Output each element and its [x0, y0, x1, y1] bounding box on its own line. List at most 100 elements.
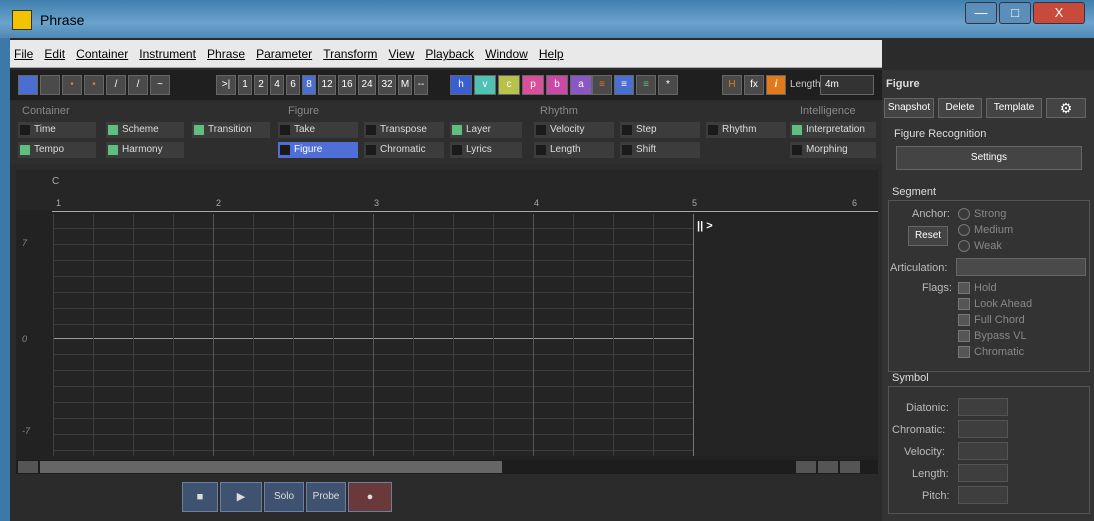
reset-button[interactable]: Reset [908, 226, 948, 246]
res-16[interactable]: 16 [338, 75, 356, 95]
maximize-icon[interactable]: □ [999, 2, 1031, 24]
dot-tool-icon[interactable]: • [84, 75, 104, 95]
flag-fullchord-checkbox[interactable] [958, 314, 970, 326]
flag-hold-checkbox[interactable] [958, 282, 970, 294]
menu-view[interactable]: View [389, 40, 415, 68]
jump-button[interactable]: >| [216, 75, 236, 95]
res-32[interactable]: 32 [378, 75, 396, 95]
point-tool-icon[interactable]: • [62, 75, 82, 95]
filter-b[interactable]: b [546, 75, 568, 95]
item-chromatic[interactable]: Chromatic [364, 142, 444, 158]
align-blue-icon[interactable]: ≡ [614, 75, 634, 95]
item-figure[interactable]: Figure [278, 142, 358, 158]
length-input[interactable]: 4m [820, 75, 874, 95]
piano-roll-editor[interactable]: C 1 2 3 4 5 6 || > 7 0 -7 [16, 170, 878, 460]
item-velocity[interactable]: Velocity [534, 122, 614, 138]
menu-container[interactable]: Container [76, 40, 128, 68]
scroll-thumb[interactable] [40, 461, 502, 473]
flag-chromatic-checkbox[interactable] [958, 346, 970, 358]
symbol-length-field[interactable] [958, 464, 1008, 482]
filter-p[interactable]: p [522, 75, 544, 95]
menu-phrase[interactable]: Phrase [207, 40, 245, 68]
articulation-select[interactable] [956, 258, 1086, 276]
bar-ruler[interactable]: C 1 2 3 4 5 6 [16, 170, 878, 212]
item-tempo[interactable]: Tempo [18, 142, 96, 158]
menu-edit[interactable]: Edit [44, 40, 65, 68]
symbol-diatonic-field[interactable] [958, 398, 1008, 416]
symbol-chromatic-field[interactable] [958, 420, 1008, 438]
anchor-weak-radio[interactable] [958, 240, 970, 252]
section-container[interactable]: Container [22, 105, 70, 117]
symbol-velocity-field[interactable] [958, 442, 1008, 460]
item-transpose[interactable]: Transpose [364, 122, 444, 138]
res-dash[interactable]: -- [414, 75, 428, 95]
curve-tool-icon[interactable]: ~ [150, 75, 170, 95]
select-tool-icon[interactable] [18, 75, 38, 95]
settings-button[interactable]: Settings [896, 146, 1082, 170]
line-tool-icon[interactable]: / [106, 75, 126, 95]
menu-window[interactable]: Window [485, 40, 528, 68]
res-24[interactable]: 24 [358, 75, 376, 95]
res-m[interactable]: M [398, 75, 412, 95]
section-rhythm[interactable]: Rhythm [540, 105, 578, 117]
filter-h[interactable]: h [450, 75, 472, 95]
res-1[interactable]: 1 [238, 75, 252, 95]
snapshot-button[interactable]: Snapshot [884, 98, 934, 118]
delete-button[interactable]: Delete [938, 98, 982, 118]
fx-tool-icon[interactable]: fx [744, 75, 764, 95]
scroll-left-icon[interactable] [18, 461, 38, 473]
stop-icon[interactable]: ■ [182, 482, 218, 512]
menu-instrument[interactable]: Instrument [139, 40, 196, 68]
res-12[interactable]: 12 [318, 75, 336, 95]
align-green-icon[interactable]: ≡ [636, 75, 656, 95]
pencil-tool-icon[interactable]: / [128, 75, 148, 95]
menu-playback[interactable]: Playback [425, 40, 474, 68]
zoom-in-icon[interactable] [840, 461, 860, 473]
horizontal-scrollbar[interactable] [16, 460, 878, 474]
item-lyrics[interactable]: Lyrics [450, 142, 522, 158]
probe-button[interactable]: Probe [306, 482, 346, 512]
section-intelligence[interactable]: Intelligence [800, 105, 856, 117]
play-icon[interactable]: ▶ [220, 482, 262, 512]
flag-lookahead-checkbox[interactable] [958, 298, 970, 310]
zoom-out-icon[interactable] [818, 461, 838, 473]
filter-a[interactable]: a [570, 75, 592, 95]
item-interpretation[interactable]: Interpretation [790, 122, 876, 138]
copy-tool-icon[interactable] [40, 75, 60, 95]
filter-c[interactable]: c [498, 75, 520, 95]
filter-v[interactable]: v [474, 75, 496, 95]
anchor-strong-radio[interactable] [958, 208, 970, 220]
note-grid[interactable]: || > [53, 214, 878, 456]
item-transition[interactable]: Transition [192, 122, 270, 138]
solo-button[interactable]: Solo [264, 482, 304, 512]
item-take[interactable]: Take [278, 122, 358, 138]
symbol-pitch-field[interactable] [958, 486, 1008, 504]
item-step[interactable]: Step [620, 122, 700, 138]
minimize-icon[interactable]: — [965, 2, 997, 24]
playhead-marker[interactable]: || > [697, 220, 713, 232]
item-layer[interactable]: Layer [450, 122, 522, 138]
info-icon[interactable]: i [766, 75, 786, 95]
menu-file[interactable]: File [14, 40, 33, 68]
item-rhythm[interactable]: Rhythm [706, 122, 786, 138]
res-2[interactable]: 2 [254, 75, 268, 95]
h-tool-icon[interactable]: H [722, 75, 742, 95]
align-star-button[interactable]: * [658, 75, 678, 95]
res-6[interactable]: 6 [286, 75, 300, 95]
anchor-medium-radio[interactable] [958, 224, 970, 236]
record-icon[interactable]: ● [348, 482, 392, 512]
menu-transform[interactable]: Transform [323, 40, 377, 68]
menu-parameter[interactable]: Parameter [256, 40, 312, 68]
close-icon[interactable]: X [1033, 2, 1085, 24]
template-button[interactable]: Template [986, 98, 1042, 118]
section-figure[interactable]: Figure [288, 105, 319, 117]
item-time[interactable]: Time [18, 122, 96, 138]
item-scheme[interactable]: Scheme [106, 122, 184, 138]
item-length[interactable]: Length [534, 142, 614, 158]
gear-icon[interactable]: ⚙ [1046, 98, 1086, 118]
menu-help[interactable]: Help [539, 40, 564, 68]
res-8[interactable]: 8 [302, 75, 316, 95]
item-morphing[interactable]: Morphing [790, 142, 876, 158]
align-orange-icon[interactable]: ≡ [592, 75, 612, 95]
item-shift[interactable]: Shift [620, 142, 700, 158]
